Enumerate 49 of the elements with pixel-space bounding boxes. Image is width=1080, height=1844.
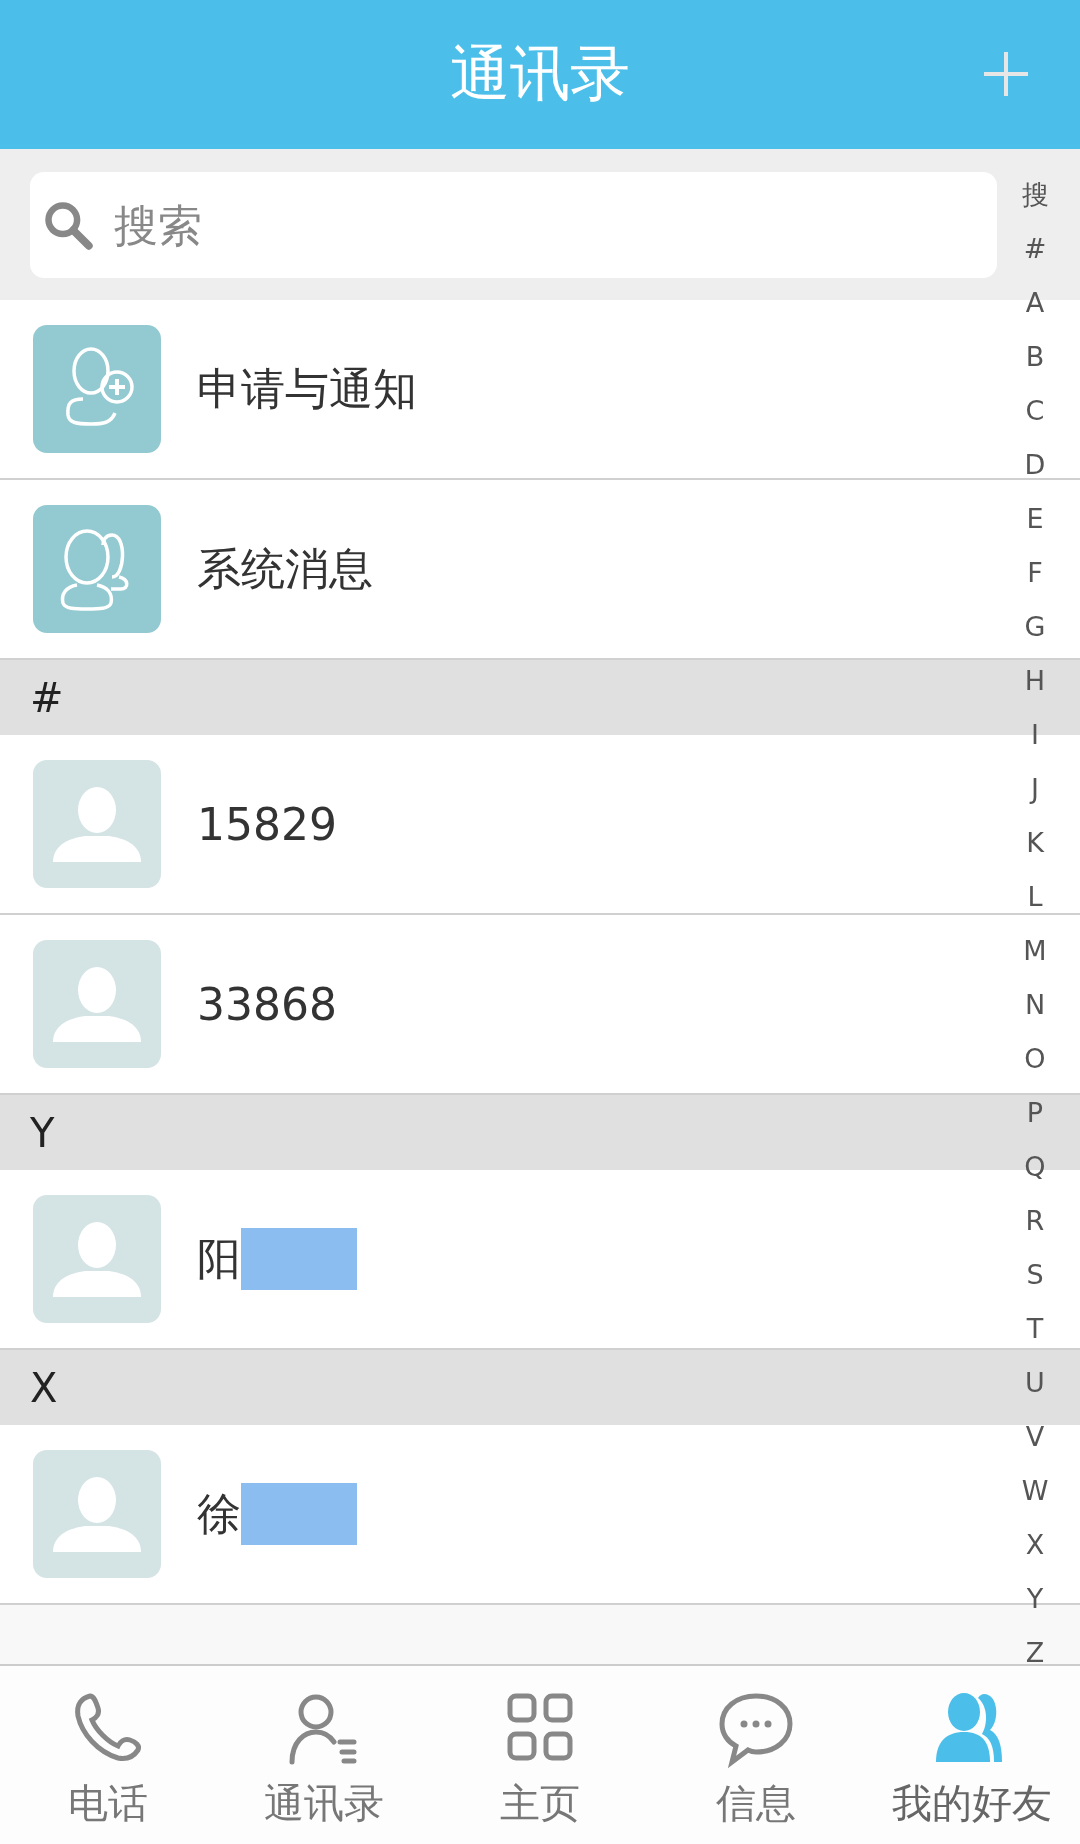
people-icon (33, 505, 161, 633)
index-letter[interactable]: T (1026, 1302, 1044, 1356)
avatar-icon (33, 760, 161, 888)
contact-name: 15829 (197, 798, 337, 850)
add-icon[interactable] (982, 50, 1030, 98)
contact-name: 阳 (197, 1231, 241, 1286)
index-letter[interactable]: G (1024, 600, 1046, 654)
index-letter[interactable]: D (1024, 438, 1046, 492)
index-letter[interactable]: H (1024, 654, 1046, 708)
index-letter[interactable]: L (1027, 870, 1043, 924)
index-letter[interactable]: P (1026, 1086, 1044, 1140)
item-label: 系统消息 (197, 541, 373, 596)
item-label: 申请与通知 (197, 361, 417, 416)
nav-tab[interactable]: 信息 (648, 1666, 864, 1844)
index-letter[interactable]: R (1025, 1194, 1045, 1248)
avatar-icon (33, 1195, 161, 1323)
avatar-icon (33, 1450, 161, 1578)
index-letter[interactable]: I (1031, 708, 1039, 762)
nav-tab[interactable]: 电话 (0, 1666, 216, 1844)
person-add-icon (33, 325, 161, 453)
index-letter[interactable]: K (1026, 816, 1044, 870)
index-letter[interactable]: Y (1026, 1572, 1044, 1626)
page-title: 通讯录 (450, 37, 630, 110)
index-letter[interactable]: Q (1024, 1140, 1046, 1194)
contact-name: 33868 (197, 978, 337, 1030)
index-letter[interactable]: B (1025, 330, 1045, 384)
contact-name: 徐 (197, 1486, 241, 1541)
index-letter[interactable]: # (1023, 222, 1047, 276)
index-letter[interactable]: E (1026, 492, 1044, 546)
nav-tab[interactable]: 通讯录 (216, 1666, 432, 1844)
index-letter[interactable]: X (1025, 1518, 1045, 1572)
index-letter[interactable]: N (1024, 978, 1046, 1032)
section-header: X (30, 1364, 58, 1411)
index-letter[interactable]: V (1025, 1410, 1045, 1464)
index-letter[interactable]: S (1026, 1248, 1044, 1302)
section-header: # (30, 674, 64, 721)
index-letter[interactable]: 搜 (1021, 168, 1049, 222)
index-letter[interactable]: J (1031, 762, 1039, 816)
section-header: Y (30, 1109, 55, 1156)
index-letter[interactable]: O (1024, 1032, 1046, 1086)
index-letter[interactable]: W (1021, 1464, 1049, 1518)
index-letter[interactable]: M (1023, 924, 1047, 978)
index-letter[interactable]: A (1025, 276, 1045, 330)
index-letter[interactable]: C (1025, 384, 1045, 438)
nav-tab[interactable]: 主页 (432, 1666, 648, 1844)
avatar-icon (33, 940, 161, 1068)
search-field[interactable]: 搜索 (30, 172, 997, 278)
index-letter[interactable]: U (1025, 1356, 1045, 1410)
index-letter[interactable]: F (1027, 546, 1043, 600)
